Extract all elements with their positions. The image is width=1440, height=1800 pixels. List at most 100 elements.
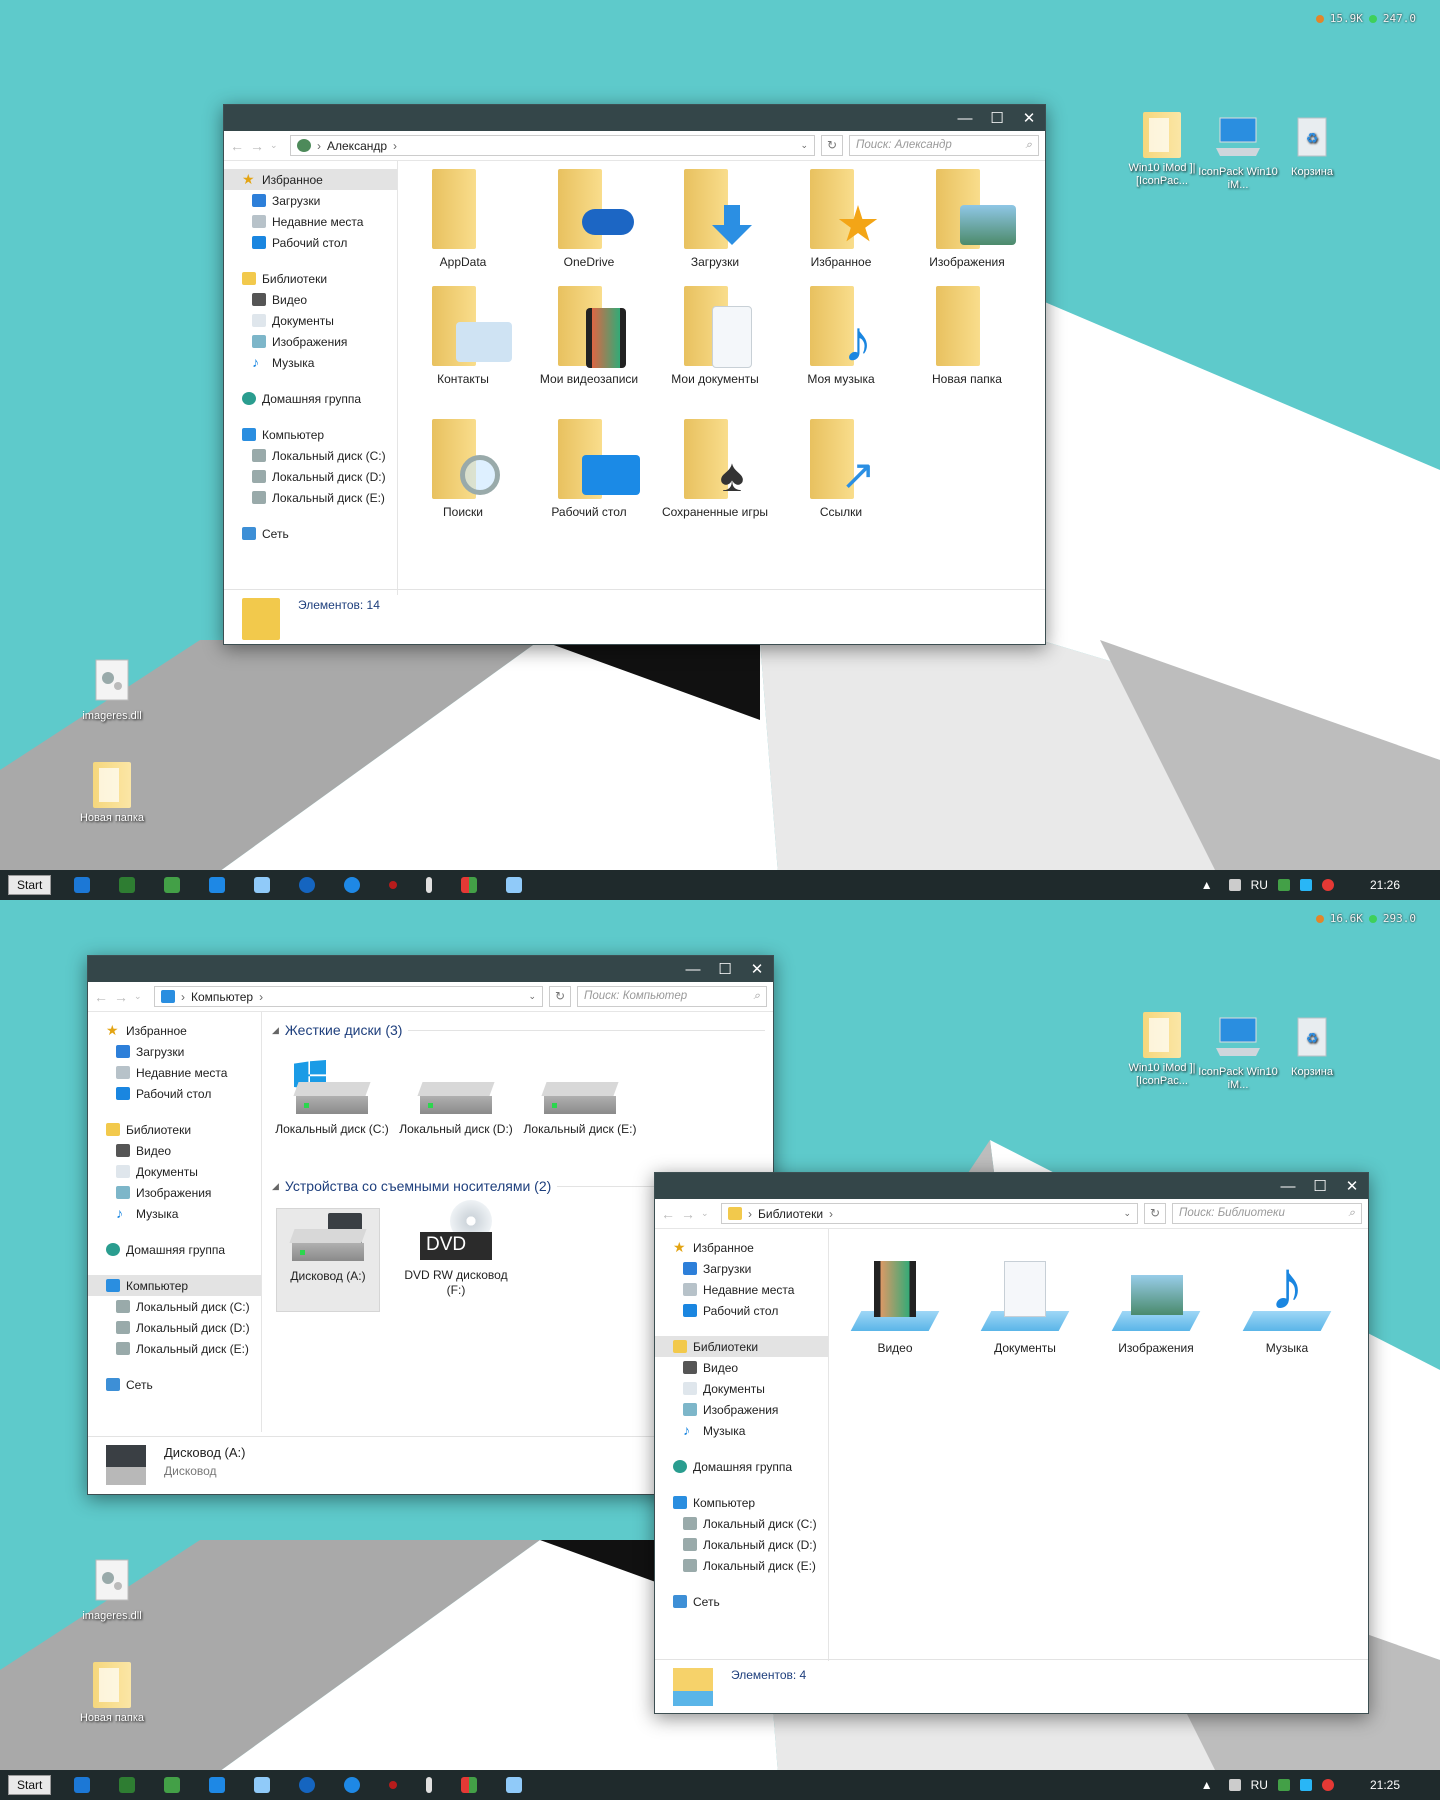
group-header-hard-drives[interactable]: ◢ Жесткие диски (3) bbox=[272, 1022, 765, 1038]
desktop-icon-recycle-bin[interactable]: ♻ Корзина bbox=[1270, 1012, 1354, 1079]
nav-video[interactable]: Видео bbox=[88, 1140, 261, 1161]
file-explorer-icon[interactable] bbox=[506, 1777, 523, 1793]
internet-explorer-icon[interactable] bbox=[299, 877, 316, 893]
file-explorer-icon[interactable] bbox=[506, 877, 523, 893]
nav-video[interactable]: Видео bbox=[655, 1357, 828, 1378]
language-indicator[interactable]: RU bbox=[1251, 878, 1268, 892]
windows-store-icon[interactable] bbox=[461, 877, 478, 893]
play-icon[interactable] bbox=[344, 877, 361, 893]
media-player-icon[interactable] bbox=[74, 877, 91, 893]
close-button[interactable]: ✕ bbox=[741, 960, 773, 978]
nav-homegroup[interactable]: Домашняя группа bbox=[224, 388, 397, 409]
search-input[interactable]: Поиск: Компьютер ⌕ bbox=[577, 986, 767, 1007]
language-indicator[interactable]: RU bbox=[1251, 1778, 1268, 1792]
book-icon[interactable] bbox=[164, 1777, 181, 1793]
close-button[interactable]: ✕ bbox=[1013, 109, 1045, 127]
folder-item[interactable]: AppData bbox=[405, 169, 521, 270]
forward-button[interactable]: → bbox=[114, 989, 128, 1005]
desktop-icon-imageres[interactable]: imageres.dll bbox=[70, 658, 154, 723]
nav-network[interactable]: Сеть bbox=[224, 523, 397, 544]
breadcrumb-arrow-icon[interactable]: › bbox=[259, 990, 263, 1004]
nav-disk-d[interactable]: Локальный диск (D:) bbox=[655, 1534, 828, 1555]
recent-locations-chevron-icon[interactable]: ⌄ bbox=[270, 140, 284, 151]
record-icon[interactable] bbox=[389, 1781, 398, 1789]
breadcrumb-current[interactable]: Александр bbox=[327, 139, 387, 153]
refresh-button[interactable]: ↻ bbox=[549, 986, 571, 1007]
back-button[interactable]: ← bbox=[661, 1206, 675, 1222]
nav-libraries[interactable]: Библиотеки bbox=[88, 1119, 261, 1140]
recent-locations-chevron-icon[interactable]: ⌄ bbox=[701, 1208, 715, 1219]
nav-network[interactable]: Сеть bbox=[655, 1591, 828, 1612]
folder-item[interactable]: OneDrive bbox=[531, 169, 647, 270]
nav-network[interactable]: Сеть bbox=[88, 1374, 261, 1395]
tray-display-icon[interactable] bbox=[1299, 879, 1312, 891]
nav-recent[interactable]: Недавние места bbox=[655, 1279, 828, 1300]
tray-expand-icon[interactable]: ▲ bbox=[1201, 878, 1213, 892]
nav-disk-d[interactable]: Локальный диск (D:) bbox=[224, 466, 397, 487]
address-dropdown-icon[interactable]: ⌄ bbox=[1123, 1208, 1131, 1219]
nav-music[interactable]: ♪ Музыка bbox=[655, 1420, 828, 1441]
nav-images[interactable]: Изображения bbox=[224, 331, 397, 352]
breadcrumb-arrow-icon[interactable]: › bbox=[393, 139, 397, 153]
folder-item[interactable]: Новая папка bbox=[909, 286, 1025, 387]
refresh-button[interactable]: ↻ bbox=[1144, 1203, 1166, 1224]
maximize-button[interactable]: ☐ bbox=[981, 109, 1013, 127]
nav-favorites[interactable]: ★ Избранное bbox=[88, 1020, 261, 1041]
search-input[interactable]: Поиск: Александр ⌕ bbox=[849, 135, 1039, 156]
address-bar[interactable]: › Александр › ⌄ bbox=[290, 135, 815, 156]
nav-downloads[interactable]: Загрузки bbox=[655, 1258, 828, 1279]
folder-item[interactable]: ♪ Моя музыка bbox=[783, 286, 899, 387]
folder-item[interactable]: Мои видеозаписи bbox=[531, 286, 647, 387]
nav-documents[interactable]: Документы bbox=[655, 1378, 828, 1399]
clock[interactable]: 21:26 bbox=[1370, 878, 1400, 892]
nav-disk-e[interactable]: Локальный диск (E:) bbox=[655, 1555, 828, 1576]
desktop-icon-iconpack-computer[interactable]: IconPack Win10 iM... bbox=[1196, 112, 1280, 193]
tray-flag-icon[interactable] bbox=[1277, 1779, 1290, 1791]
media-player-icon[interactable] bbox=[74, 1777, 91, 1793]
nav-music[interactable]: ♪ Музыка bbox=[88, 1203, 261, 1224]
network-app-icon[interactable] bbox=[254, 877, 271, 893]
tray-gear-icon[interactable] bbox=[1228, 1779, 1241, 1791]
folder-item[interactable]: Поиски bbox=[405, 419, 521, 520]
forward-button[interactable]: → bbox=[250, 138, 264, 154]
folder-item[interactable]: Изображения bbox=[909, 169, 1025, 270]
maximize-button[interactable]: ☐ bbox=[1304, 1177, 1336, 1195]
shield-icon[interactable] bbox=[209, 877, 226, 893]
start-button[interactable]: Start bbox=[8, 875, 52, 895]
microphone-icon[interactable] bbox=[426, 1777, 433, 1793]
microphone-icon[interactable] bbox=[426, 877, 433, 893]
folder-item[interactable]: ♠ Сохраненные игры bbox=[657, 419, 773, 520]
drive-item-e[interactable]: Локальный диск (E:) bbox=[522, 1076, 638, 1137]
address-bar[interactable]: › Компьютер › ⌄ bbox=[154, 986, 543, 1007]
desktop-icon-imageres[interactable]: imageres.dll bbox=[70, 1558, 154, 1623]
recent-locations-chevron-icon[interactable]: ⌄ bbox=[134, 991, 148, 1002]
desktop-icon-recycle-bin[interactable]: ♻ Корзина bbox=[1270, 112, 1354, 179]
folder-item[interactable]: Избранное bbox=[783, 169, 899, 270]
nav-disk-d[interactable]: Локальный диск (D:) bbox=[88, 1317, 261, 1338]
nav-music[interactable]: ♪ Музыка bbox=[224, 352, 397, 373]
desktop-icon-iconpack-computer[interactable]: IconPack Win10 iM... bbox=[1196, 1012, 1280, 1093]
nav-disk-c[interactable]: Локальный диск (C:) bbox=[88, 1296, 261, 1317]
nav-images[interactable]: Изображения bbox=[655, 1399, 828, 1420]
drive-item-dvd[interactable]: DVD DVD RW дисковод (F:) bbox=[398, 1200, 514, 1298]
close-button[interactable]: ✕ bbox=[1336, 1177, 1368, 1195]
back-button[interactable]: ← bbox=[94, 989, 108, 1005]
address-dropdown-icon[interactable]: ⌄ bbox=[528, 991, 536, 1002]
desktop-icon-iconpack-folder[interactable]: Win10 iMod ]|[IconPac... bbox=[1120, 1012, 1204, 1088]
folder-item[interactable]: Загрузки bbox=[657, 169, 773, 270]
internet-explorer-icon[interactable] bbox=[299, 1777, 316, 1793]
nav-video[interactable]: Видео bbox=[224, 289, 397, 310]
monitor-icon[interactable] bbox=[119, 1777, 136, 1793]
back-button[interactable]: ← bbox=[230, 138, 244, 154]
shield-icon[interactable] bbox=[209, 1777, 226, 1793]
library-item-images[interactable]: Изображения bbox=[1102, 1261, 1210, 1356]
desktop-icon-iconpack-folder[interactable]: Win10 iMod ]|[IconPac... bbox=[1120, 112, 1204, 188]
start-button[interactable]: Start bbox=[8, 1775, 52, 1795]
folder-item[interactable]: Мои документы bbox=[657, 286, 773, 387]
desktop-icon-new-folder[interactable]: Новая папка bbox=[70, 762, 154, 825]
nav-documents[interactable]: Документы bbox=[88, 1161, 261, 1182]
minimize-button[interactable]: — bbox=[949, 110, 981, 127]
book-icon[interactable] bbox=[164, 877, 181, 893]
nav-homegroup[interactable]: Домашняя группа bbox=[655, 1456, 828, 1477]
tray-record-icon[interactable] bbox=[1321, 879, 1334, 891]
